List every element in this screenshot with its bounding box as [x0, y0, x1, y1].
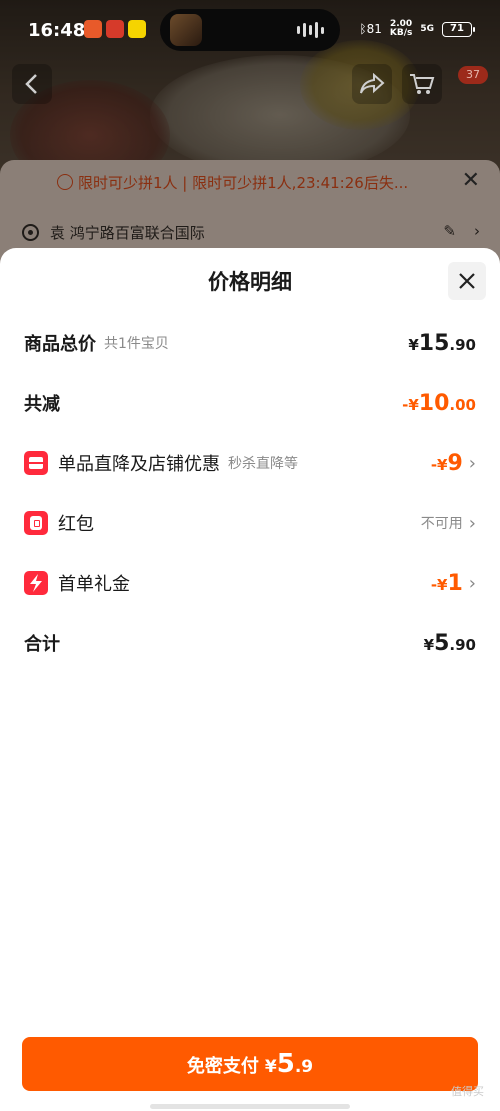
row-sub: 共1件宝贝 — [104, 336, 169, 352]
row-label: 合计 — [24, 634, 60, 655]
address-text: 袁 鸿宁路百富联合国际 — [50, 224, 205, 242]
row-label: 红包 — [58, 514, 94, 535]
share-icon — [360, 73, 385, 94]
row-label: 商品总价 — [24, 334, 96, 355]
clock-icon — [57, 174, 73, 190]
network-type: 5G — [420, 24, 434, 34]
row-label: 单品直降及店铺优惠 — [58, 454, 220, 475]
row-grand-total: 合计 ¥5.90 — [24, 628, 476, 658]
group-buy-notice: 限时可少拼1人 | 限时可少拼1人,23:41:26后失... — [78, 174, 409, 192]
total-discount-price: -¥ 10.00 — [402, 390, 476, 416]
chevron-right-icon: › — [468, 572, 476, 594]
app-notification-icon — [84, 20, 102, 38]
bluetooth-signal: ᛒ81 — [359, 22, 382, 36]
grand-total-price: ¥5.90 — [423, 630, 476, 656]
row-red-packet[interactable]: 红包 不可用 › — [24, 508, 476, 538]
red-packet-icon — [24, 511, 48, 535]
first-order-gift-price: -¥ 1 — [430, 570, 463, 596]
red-packet-status: 不可用 — [420, 516, 463, 532]
lightning-icon — [24, 571, 48, 595]
row-store-discount[interactable]: 单品直降及店铺优惠 秒杀直降等 -¥ 9 › — [24, 448, 476, 478]
notification-icons — [84, 20, 146, 38]
chevron-right-icon: › — [468, 452, 476, 474]
price-detail-sheet: 价格明细 商品总价 共1件宝贝 ¥15.90 共减 -¥ 10.00 单品直降及店… — [0, 248, 500, 1111]
watermark: 值得买 — [451, 1085, 484, 1098]
notice-close-icon[interactable]: ✕ — [462, 168, 480, 193]
status-time: 16:48 — [28, 20, 86, 41]
cart-button[interactable] — [402, 64, 442, 104]
coupon-icon — [24, 451, 48, 475]
row-first-order-gift[interactable]: 首单礼金 -¥ 1 › — [24, 568, 476, 598]
chevron-right-icon: › — [468, 512, 476, 534]
edit-icon[interactable]: ✎ — [443, 222, 456, 240]
row-sub: 秒杀直降等 — [228, 456, 298, 472]
back-arrow-icon — [25, 74, 37, 94]
close-icon — [459, 273, 475, 289]
cart-icon — [410, 74, 435, 94]
status-right: ᛒ81 2.00 KB/s 5G 71 — [359, 19, 475, 38]
media-thumbnail — [170, 14, 202, 46]
row-goods-total: 商品总价 共1件宝贝 ¥15.90 — [24, 328, 476, 358]
home-indicator[interactable] — [150, 1104, 350, 1109]
row-label: 共减 — [24, 394, 60, 415]
row-total-discount: 共减 -¥ 10.00 — [24, 388, 476, 418]
sheet-title: 价格明细 — [208, 270, 292, 294]
dynamic-island[interactable] — [160, 9, 340, 51]
back-button[interactable] — [12, 64, 52, 104]
close-button[interactable] — [448, 262, 486, 300]
app-notification-icon — [128, 20, 146, 38]
more-badge[interactable]: 37 — [458, 66, 488, 84]
pay-button[interactable]: 免密支付 ¥ 5 .9 — [22, 1037, 478, 1091]
address-row[interactable]: 袁 鸿宁路百富联合国际 ✎ › — [22, 222, 480, 246]
store-discount-price: -¥ 9 — [430, 450, 463, 476]
share-button[interactable] — [352, 64, 392, 104]
audio-wave-icon — [297, 22, 324, 38]
app-notification-icon — [106, 20, 124, 38]
status-bar: 16:48 ᛒ81 2.00 KB/s 5G 71 — [0, 0, 500, 62]
goods-total-price: ¥15.90 — [408, 330, 476, 356]
battery-icon: 71 — [442, 21, 475, 37]
network-speed: 2.00 KB/s — [389, 19, 413, 38]
chevron-right-icon: › — [474, 222, 480, 240]
row-label: 首单礼金 — [58, 574, 130, 595]
location-pin-icon — [22, 224, 39, 241]
